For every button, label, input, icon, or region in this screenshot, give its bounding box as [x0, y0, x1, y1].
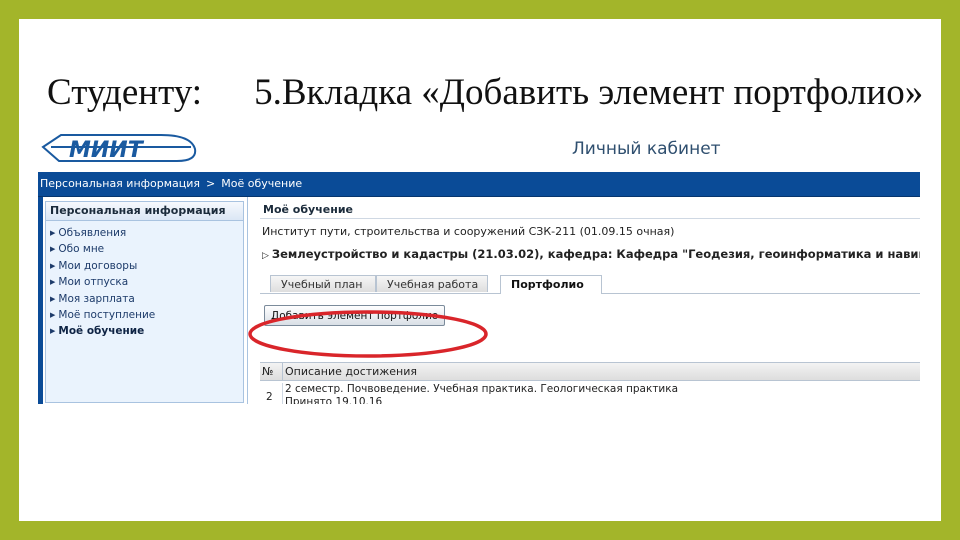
- sidebar-item-label: Обо мне: [58, 243, 105, 256]
- slide-title-left: Студенту:: [47, 72, 203, 113]
- breadcrumb-item-personal[interactable]: Персональная информация: [40, 177, 200, 190]
- logo-text: МИИТ: [69, 138, 145, 163]
- arrow-right-icon: ▶: [50, 278, 56, 287]
- breadcrumb-separator: >: [206, 177, 216, 190]
- miit-logo: МИИТ: [41, 134, 197, 163]
- breadcrumb: Персональная информация > Моё обучение: [38, 172, 920, 197]
- sidebar-item-admission[interactable]: ▶ Моё поступление: [50, 307, 243, 323]
- sidebar-item-vacations[interactable]: ▶ Мои отпуска: [50, 274, 243, 290]
- arrow-right-icon: ▶: [50, 294, 56, 303]
- specialty-label: Землеустройство и кадастры (21.03.02), к…: [271, 247, 920, 261]
- table-header: № Описание достижения: [260, 362, 920, 381]
- portal-screenshot: Персональная информация > Моё обучение Пер…: [38, 172, 920, 404]
- sidebar-item-label: Моё поступление: [58, 308, 156, 321]
- tab-academic-work[interactable]: Учебная работа: [376, 275, 488, 292]
- arrow-right-icon: ▶: [50, 245, 56, 254]
- sidebar-item-label: Объявления: [58, 227, 127, 239]
- sidebar-item-label: Моё обучение: [58, 325, 145, 338]
- sidebar-item-label: Мои отпуска: [58, 276, 129, 289]
- sidebar-item-study[interactable]: ▶ Моё обучение: [50, 323, 243, 339]
- slide: Студенту: 5.Вкладка «Добавить элемент пор…: [19, 19, 941, 521]
- sidebar-header: Персональная информация: [46, 202, 243, 221]
- page-title: Моё обучение: [260, 201, 920, 219]
- slide-title: Студенту: 5.Вкладка «Добавить элемент пор…: [47, 71, 923, 114]
- achievement-status: Принято 19.10.16: [285, 396, 383, 404]
- sidebar-panel: Персональная информация ▶ Объявления ▶ Обо…: [45, 201, 244, 403]
- sidebar-item-contracts[interactable]: ▶ Мои договоры: [50, 258, 243, 274]
- column-header-description: Описание достижения: [282, 363, 417, 380]
- sidebar: Персональная информация ▶ Объявления ▶ Обо…: [38, 197, 248, 404]
- row-description: 2 семестр. Почвоведение. Учебная практик…: [282, 383, 678, 404]
- specialty-toggle[interactable]: ▷ Землеустройство и кадастры (21.03.02), …: [262, 247, 920, 261]
- breadcrumb-item-study[interactable]: Моё обучение: [221, 177, 302, 190]
- sidebar-item-about-me[interactable]: ▶ Обо мне: [50, 241, 243, 257]
- arrow-right-icon: ▶: [50, 327, 56, 336]
- sidebar-item-salary[interactable]: ▶ Моя зарплата: [50, 291, 243, 307]
- expand-triangle-icon: ▷: [262, 251, 269, 261]
- tab-portfolio[interactable]: Портфолио: [500, 275, 602, 294]
- add-portfolio-item-button[interactable]: Добавить элемент портфолио: [264, 305, 446, 326]
- arrow-right-icon: ▶: [50, 310, 56, 319]
- tab-curriculum[interactable]: Учебный план: [270, 275, 376, 292]
- cabinet-title: Личный кабинет: [572, 139, 721, 159]
- table-row[interactable]: 2 2 семестр. Почвоведение. Учебная практ…: [260, 381, 920, 404]
- sidebar-item-label: Моя зарплата: [58, 292, 135, 305]
- sidebar-item-announcements[interactable]: ▶ Объявления: [50, 225, 243, 241]
- row-number: 2: [266, 391, 273, 403]
- main-content: Моё обучение Институт пути, строительств…: [260, 197, 920, 404]
- institute-info: Институт пути, строительства и сооружени…: [262, 225, 675, 238]
- tab-bar: Учебный план Учебная работа Портфолио: [260, 275, 920, 294]
- achievement-text: 2 семестр. Почвоведение. Учебная практик…: [285, 383, 679, 395]
- column-header-number: №: [262, 365, 274, 378]
- arrow-right-icon: ▶: [50, 261, 56, 270]
- slide-title-right: 5.Вкладка «Добавить элемент портфолио»: [254, 72, 924, 113]
- sidebar-item-label: Мои договоры: [58, 259, 138, 272]
- arrow-right-icon: ▶: [50, 229, 56, 237]
- sidebar-list: ▶ Объявления ▶ Обо мне ▶ Мои договоры ▶ Мои …: [46, 221, 243, 340]
